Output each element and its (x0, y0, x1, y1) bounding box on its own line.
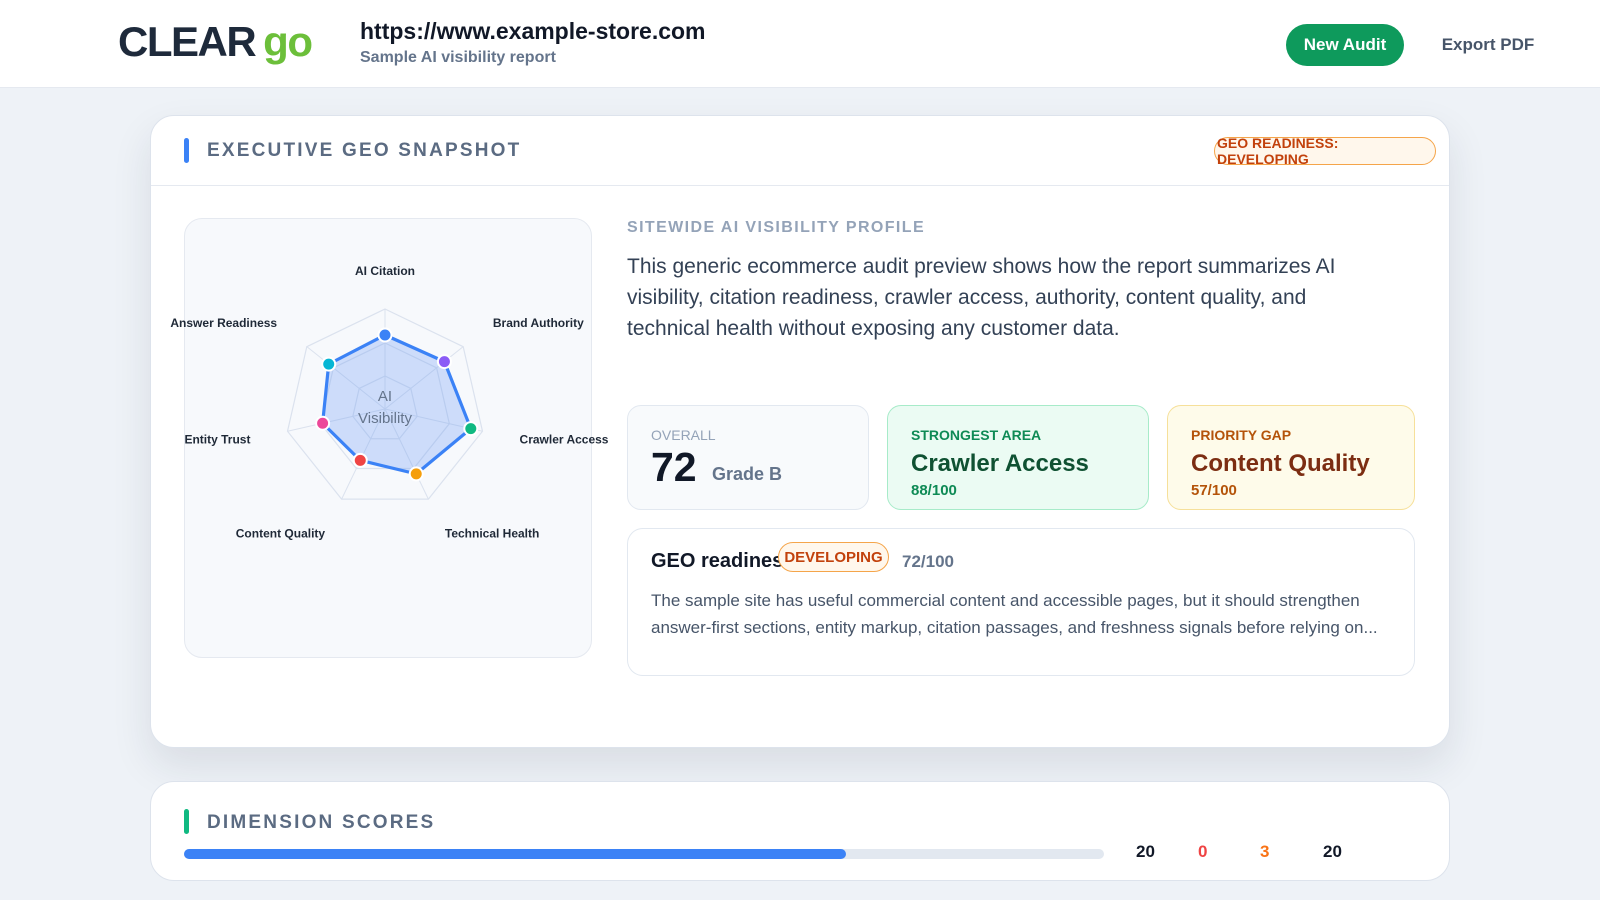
overall-score-card: OVERALL 72 Grade B (627, 405, 869, 510)
count-critical: 0 (1198, 842, 1208, 861)
geo-readiness-badge: GEO READINESS: DEVELOPING (1214, 135, 1436, 167)
section-accent-bar (184, 809, 189, 834)
profile-label: SITEWIDE AI VISIBILITY PROFILE (627, 219, 926, 236)
strongest-area-card: STRONGEST AREA Crawler Access 88/100 (887, 405, 1149, 510)
strongest-area-score: 88/100 (911, 482, 957, 499)
strongest-area-name: Crawler Access (911, 450, 1089, 477)
radar-point-ai-citation (377, 327, 393, 343)
readiness-description: The sample site has useful commercial co… (651, 591, 1378, 637)
priority-gap-label: PRIORITY GAP (1191, 427, 1292, 443)
radar-center-label: AI (378, 388, 392, 405)
radar-point-crawler-access (463, 421, 479, 437)
priority-gap-name: Content Quality (1191, 450, 1370, 477)
score-progress-track (184, 849, 1104, 859)
radar-chart: AI Citation Brand Authority Crawler Access… (170, 264, 609, 540)
radar-axis-label: Answer Readiness (170, 316, 277, 330)
overall-label: OVERALL (651, 427, 716, 443)
strongest-label: STRONGEST AREA (911, 427, 1042, 443)
radar-axis-label: Brand Authority (493, 316, 584, 330)
section-title: EXECUTIVE GEO SNAPSHOT (207, 140, 522, 161)
score-progress-fill (184, 849, 847, 859)
site-url: https://www.example-store.com (360, 18, 706, 44)
radar-point-content-quality (352, 452, 368, 468)
export-pdf-button[interactable]: Export PDF (1428, 24, 1548, 66)
overall-grade: Grade B (712, 464, 783, 484)
radar-axis-label: Content Quality (236, 526, 326, 540)
readiness-score: 72/100 (902, 552, 954, 571)
radar-center-label: Visibility (358, 410, 412, 427)
executive-geo-snapshot-card: EXECUTIVE GEO SNAPSHOT GEO READINESS: DE… (150, 115, 1450, 748)
radar-axis-label: Crawler Access (520, 433, 609, 447)
developing-badge: DEVELOPING (778, 542, 889, 572)
section-accent-bar (184, 138, 189, 163)
card-header: EXECUTIVE GEO SNAPSHOT GEO READINESS: DE… (151, 116, 1449, 186)
radar-chart-panel: AI Citation Brand Authority Crawler Access… (170, 218, 609, 658)
priority-gap-score: 57/100 (1191, 482, 1237, 499)
radar-axis-label: AI Citation (355, 264, 415, 278)
priority-gap-card: PRIORITY GAP Content Quality 57/100 (1167, 405, 1415, 510)
radar-axis-label: Entity Trust (184, 433, 250, 447)
radar-point-entity-trust (315, 415, 331, 431)
dimension-scores-card: DIMENSION SCORES 20 0 3 20 (150, 781, 1450, 881)
section-title: DIMENSION SCORES (207, 812, 436, 833)
logo-text-accent: go (263, 18, 313, 65)
radar-point-brand-authority (436, 354, 452, 370)
readiness-title: GEO readiness (651, 550, 795, 572)
report-subtitle: Sample AI visibility report (360, 49, 556, 66)
geo-readiness-panel: GEO readiness DEVELOPING 72/100 The samp… (627, 528, 1415, 676)
radar-point-answer-readiness (321, 356, 337, 372)
clear-go-logo[interactable]: CLEAR go (118, 18, 313, 66)
count-passed: 20 (1323, 842, 1342, 861)
profile-description: This generic ecommerce audit preview sho… (627, 255, 1336, 340)
radar-point-technical-health (408, 466, 424, 482)
radar-axis-label: Technical Health (445, 526, 539, 540)
top-header: CLEAR go https://www.example-store.com Sa… (0, 0, 1600, 88)
logo-text-main: CLEAR (118, 18, 257, 65)
overall-score: 72 (651, 444, 697, 490)
new-audit-button[interactable]: New Audit (1286, 24, 1404, 66)
count-warnings: 3 (1260, 842, 1270, 861)
count-total: 20 (1136, 842, 1155, 861)
